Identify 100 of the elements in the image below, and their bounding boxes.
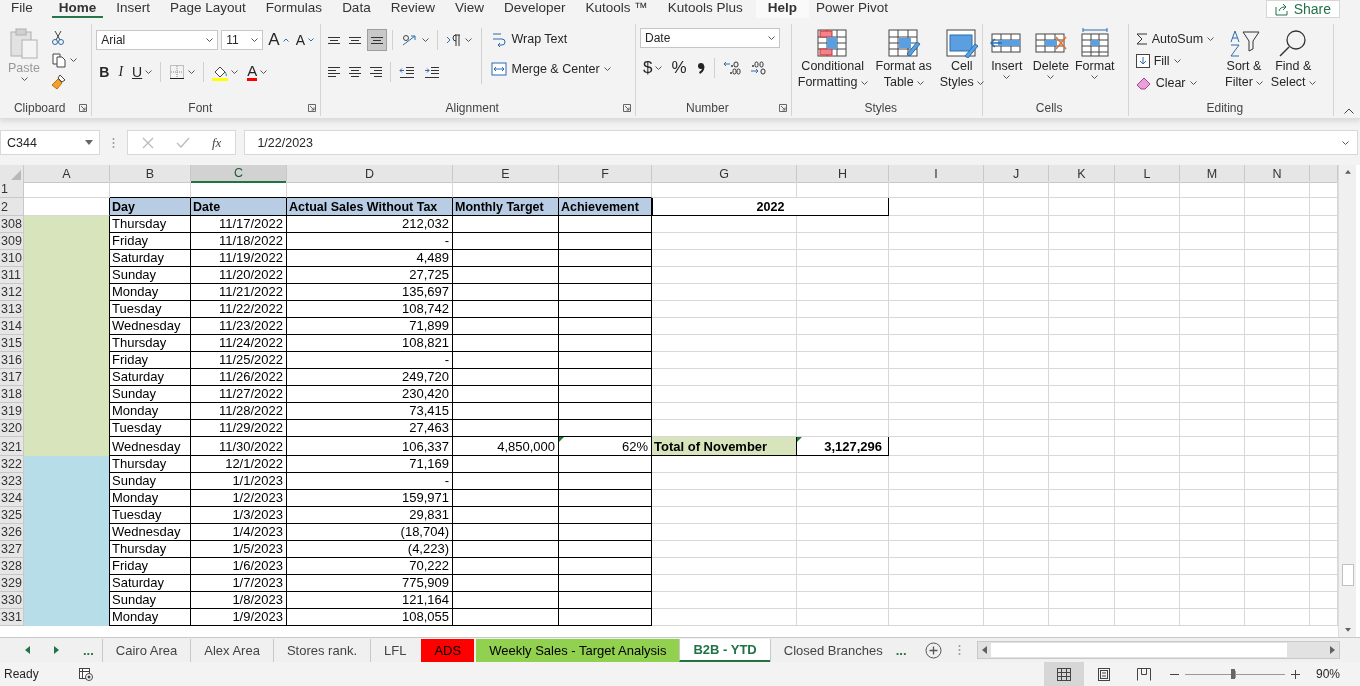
sheet-tab[interactable]: Alex Area [190, 638, 273, 662]
row-number[interactable]: 328 [0, 558, 24, 575]
row-number[interactable]: 321 [0, 437, 24, 456]
styles-button[interactable]: Conditional Formatting [795, 28, 870, 90]
row-number[interactable]: 331 [0, 609, 24, 626]
row-number[interactable]: 308 [0, 216, 24, 233]
column-header[interactable]: C [191, 165, 287, 183]
view-button[interactable] [1043, 662, 1084, 686]
sheet-tab[interactable]: Cairo Area [101, 638, 191, 662]
column-header[interactable]: G [652, 165, 797, 183]
zoom-level[interactable]: 90% [1315, 667, 1340, 681]
menu-tab[interactable]: Formulas [258, 0, 336, 18]
scroll-right-icon[interactable] [54, 646, 59, 654]
row-number[interactable]: 325 [0, 507, 24, 524]
menu-tab[interactable]: Kutools Plus [660, 0, 756, 18]
fill-button[interactable]: Fill [1132, 50, 1218, 72]
sort-filter-button[interactable]: Sort & Filter [1223, 28, 1265, 90]
row-number[interactable]: 323 [0, 473, 24, 490]
column-header[interactable]: I [889, 165, 984, 183]
column-header[interactable]: M [1180, 165, 1245, 183]
column-header[interactable]: N [1245, 165, 1310, 183]
menu-tab[interactable]: Page Layout [163, 0, 259, 18]
bottom-align-button[interactable] [367, 29, 388, 51]
number-format-field[interactable]: Date [640, 28, 780, 48]
scroll-left-icon[interactable] [25, 646, 30, 654]
underline-button[interactable]: U [129, 61, 156, 83]
column-header[interactable]: D [287, 165, 453, 183]
row-number[interactable]: 314 [0, 318, 24, 335]
row-number[interactable]: 315 [0, 335, 24, 352]
font-color-button[interactable]: A [244, 61, 271, 83]
row-number[interactable]: 312 [0, 284, 24, 301]
more-sheets-button[interactable]: ... [83, 642, 102, 658]
sheet-tab[interactable]: Closed Branches [769, 638, 896, 662]
cells-button[interactable]: Format [1074, 28, 1115, 79]
currency-button[interactable]: $ [640, 57, 666, 79]
dialog-launcher-icon[interactable] [79, 104, 88, 112]
horizontal-scrollbar[interactable] [976, 641, 1340, 659]
grow-font-button[interactable]: A [266, 29, 291, 51]
menu-tab[interactable]: Developer [496, 0, 579, 18]
cells-button[interactable]: Insert [986, 28, 1027, 79]
zoom-slider[interactable] [1184, 667, 1285, 681]
font-size-field[interactable]: 11 [221, 30, 264, 50]
styles-button[interactable]: Format as Table [873, 28, 934, 90]
row-number[interactable]: 319 [0, 403, 24, 420]
sheet-tab[interactable]: ADS [419, 638, 475, 662]
cells-button[interactable]: Delete [1030, 28, 1071, 79]
scroll-thumb[interactable] [1341, 563, 1354, 587]
menu-tab[interactable]: Kutools ™ [578, 0, 661, 18]
slider-thumb[interactable] [1230, 669, 1235, 679]
column-header[interactable]: L [1115, 165, 1180, 183]
sheet-tab[interactable]: Weekly Sales - Target Analysis [474, 638, 680, 662]
column-header[interactable]: J [984, 165, 1049, 183]
more-sheets-button[interactable]: ... [895, 642, 915, 658]
collapse-ribbon-icon[interactable] [1344, 108, 1354, 114]
bold-button[interactable]: B [96, 61, 113, 83]
name-box[interactable]: C344 [0, 130, 100, 155]
scroll-thumb[interactable] [990, 643, 1287, 657]
dialog-launcher-icon[interactable] [778, 104, 787, 112]
row-number[interactable]: 310 [0, 250, 24, 267]
zoom-in-icon[interactable] [1290, 669, 1300, 679]
find-select-button[interactable]: Find & Select [1268, 28, 1318, 90]
wrap-text-button[interactable]: Wrap Text [488, 28, 614, 50]
menu-tab[interactable]: Insert [109, 0, 164, 18]
share-button[interactable]: Share [1265, 0, 1340, 18]
row-number[interactable]: 329 [0, 575, 24, 592]
sheet-tab[interactable]: B2B - YTD [679, 638, 770, 662]
insert-function-button[interactable]: fx [212, 134, 222, 151]
row-number[interactable]: 1 [0, 181, 24, 198]
row-number[interactable]: 318 [0, 386, 24, 403]
menu-tab[interactable]: View [447, 0, 497, 18]
menu-tab[interactable]: Help [755, 0, 810, 18]
row-number[interactable]: 320 [0, 420, 24, 437]
column-header[interactable]: B [110, 165, 191, 183]
menu-tab[interactable]: Power Pivot [809, 0, 902, 18]
column-header[interactable]: E [453, 165, 559, 183]
menu-tab[interactable]: Review [383, 0, 448, 18]
italic-button[interactable]: I [115, 61, 127, 83]
row-number[interactable]: 327 [0, 541, 24, 558]
row-number[interactable]: 2 [0, 198, 24, 216]
row-number[interactable]: 317 [0, 369, 24, 386]
column-header[interactable]: A [24, 165, 110, 183]
add-sheet-icon[interactable] [924, 641, 942, 659]
row-number[interactable]: 313 [0, 301, 24, 318]
styles-button[interactable]: Cell Styles [937, 28, 986, 90]
menu-tab[interactable]: File [4, 0, 46, 18]
menu-tab[interactable]: Data [335, 0, 384, 18]
font-name-field[interactable]: Arial [96, 30, 219, 50]
column-header[interactable]: H [797, 165, 889, 183]
percent-button[interactable]: % [668, 57, 690, 79]
vertical-scrollbar[interactable] [1338, 165, 1356, 637]
checkmark-icon[interactable] [176, 136, 190, 149]
autosum-button[interactable]: AutoSum [1132, 28, 1218, 50]
row-number[interactable]: 311 [0, 267, 24, 284]
dialog-launcher-icon[interactable] [623, 104, 631, 112]
row-number[interactable]: 324 [0, 490, 24, 507]
row-number[interactable]: 316 [0, 352, 24, 369]
row-number[interactable]: 309 [0, 233, 24, 250]
merge-center-button[interactable]: Merge & Center [488, 58, 614, 80]
clear-button[interactable]: Clear [1132, 72, 1218, 94]
dialog-launcher-icon[interactable] [308, 104, 317, 112]
